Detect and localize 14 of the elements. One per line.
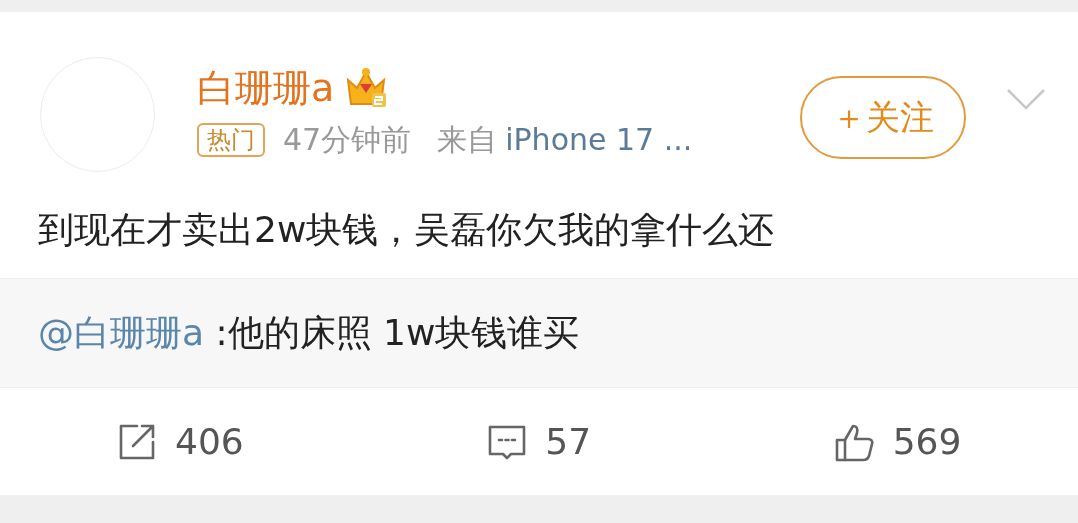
crown-icon [344,66,389,110]
post-time: 47分钟前 [283,121,412,159]
follow-button[interactable]: ＋关注 [800,76,966,159]
action-count[interactable]: 569 [892,414,962,469]
repost-text: @白珊珊a :他的床照 1w块钱谁买 [38,311,580,355]
hot-tag: 热门 [197,123,265,157]
source-device[interactable]: iPhone 17 ... [505,121,693,159]
author-name[interactable]: 白珊珊a [197,65,335,111]
post-text: 到现在才卖出2w块钱，吴磊你欠我的拿什么还 [37,208,776,252]
action-count[interactable]: 406 [175,414,244,469]
source-label: 来自 [437,121,498,159]
action-count[interactable]: 57 [545,414,592,469]
chevron-down-icon[interactable] [1006,87,1046,111]
mention-link[interactable]: @白珊珊a [38,312,205,353]
